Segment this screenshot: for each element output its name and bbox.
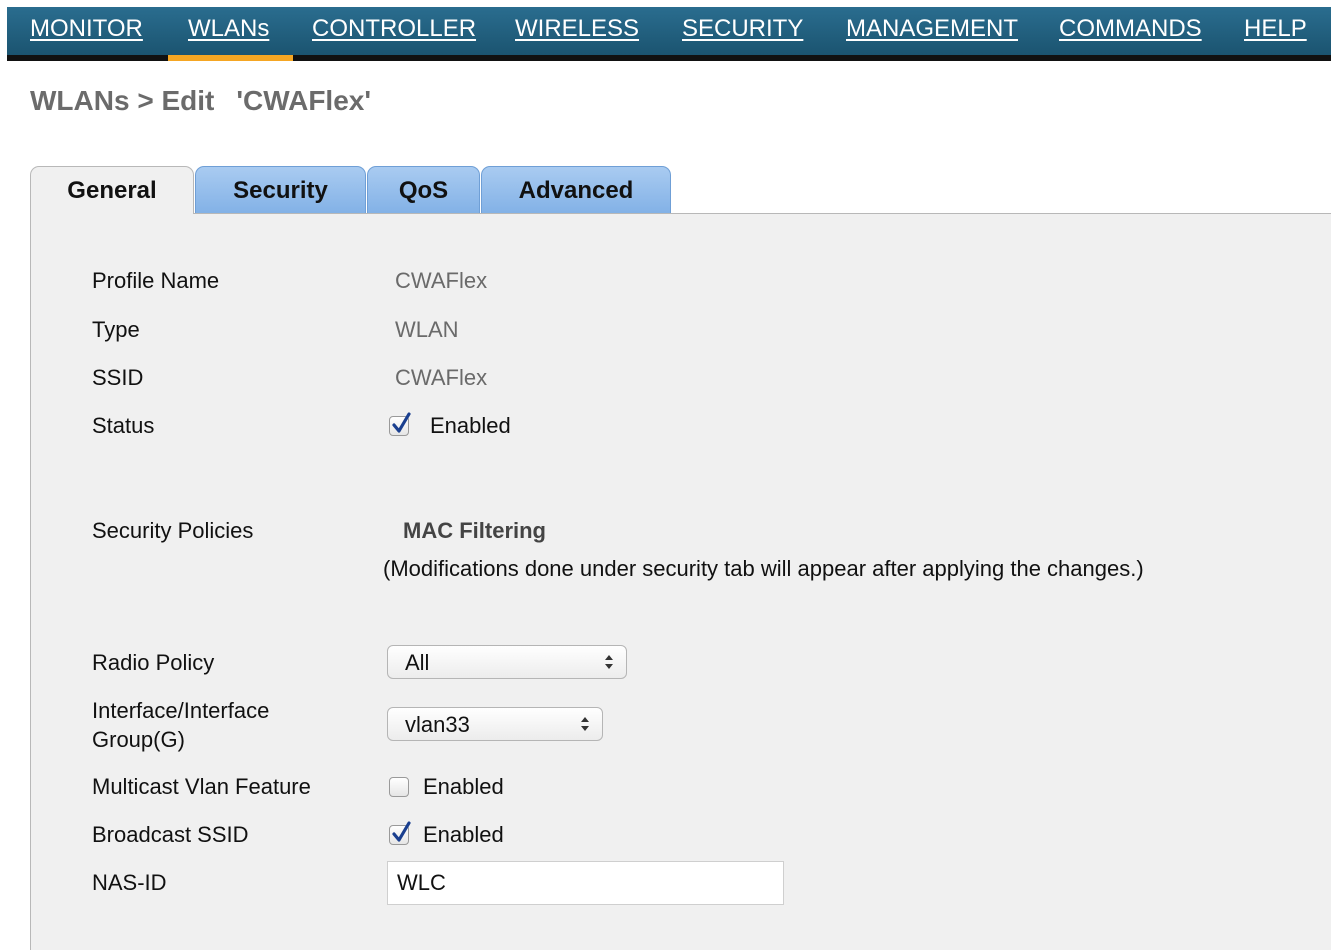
nav-wireless[interactable]: WIRELESS bbox=[515, 7, 639, 55]
up-down-arrows-icon bbox=[605, 655, 613, 669]
nav-active-indicator bbox=[168, 55, 293, 61]
interface-label-line2: Group(G) bbox=[92, 727, 185, 752]
nas-id-label: NAS-ID bbox=[92, 870, 167, 895]
nav-management[interactable]: MANAGEMENT bbox=[846, 7, 1018, 55]
security-policies-label: Security Policies bbox=[92, 518, 254, 543]
multicast-enabled-label: Enabled bbox=[423, 774, 504, 799]
interface-select[interactable]: vlan33 bbox=[387, 707, 603, 741]
type-label: Type bbox=[92, 317, 140, 342]
top-navigation-bar: MONITOR WLANs CONTROLLER WIRELESS SECURI… bbox=[7, 7, 1331, 55]
tab-advanced[interactable]: Advanced bbox=[481, 166, 671, 214]
up-down-arrows-icon bbox=[581, 717, 589, 731]
nav-monitor[interactable]: MONITOR bbox=[30, 7, 143, 55]
nas-id-input[interactable] bbox=[387, 861, 784, 905]
radio-policy-selected: All bbox=[405, 650, 430, 675]
radio-policy-label: Radio Policy bbox=[92, 650, 215, 675]
broadcast-ssid-label: Broadcast SSID bbox=[92, 822, 249, 847]
interface-selected: vlan33 bbox=[405, 712, 470, 737]
type-value: WLAN bbox=[395, 317, 459, 342]
page-title: WLANs > Edit 'CWAFlex' bbox=[30, 85, 371, 117]
status-label: Status bbox=[92, 413, 155, 438]
breadcrumb: WLANs > Edit bbox=[30, 85, 215, 116]
nav-security[interactable]: SECURITY bbox=[682, 7, 803, 55]
tab-qos[interactable]: QoS bbox=[367, 166, 480, 214]
nav-wlans[interactable]: WLANs bbox=[188, 7, 269, 55]
nav-controller[interactable]: CONTROLLER bbox=[312, 7, 476, 55]
multicast-enabled-checkbox[interactable] bbox=[389, 777, 409, 797]
interface-label-line1: Interface/Interface bbox=[92, 698, 270, 723]
ssid-value: CWAFlex bbox=[395, 365, 488, 390]
broadcast-ssid-enabled-label: Enabled bbox=[423, 822, 504, 847]
ssid-label: SSID bbox=[92, 365, 144, 390]
security-policies-note: (Modifications done under security tab w… bbox=[383, 556, 1144, 581]
broadcast-ssid-checkbox[interactable] bbox=[389, 821, 411, 845]
tab-security[interactable]: Security bbox=[195, 166, 366, 214]
multicast-label: Multicast Vlan Feature bbox=[92, 774, 311, 799]
tab-general[interactable]: General bbox=[30, 166, 194, 214]
nav-help[interactable]: HELP bbox=[1244, 7, 1307, 55]
security-policy-value: MAC Filtering bbox=[403, 518, 546, 543]
wlan-name: 'CWAFlex' bbox=[236, 85, 372, 116]
checkmark-icon bbox=[392, 821, 411, 842]
profile-name-label: Profile Name bbox=[92, 268, 220, 293]
checkmark-icon bbox=[392, 412, 411, 433]
radio-policy-select[interactable]: All bbox=[387, 645, 627, 679]
nav-commands[interactable]: COMMANDS bbox=[1059, 7, 1202, 55]
profile-name-value: CWAFlex bbox=[395, 268, 488, 293]
status-enabled-label: Enabled bbox=[430, 413, 511, 438]
status-enabled-checkbox[interactable] bbox=[389, 412, 411, 436]
